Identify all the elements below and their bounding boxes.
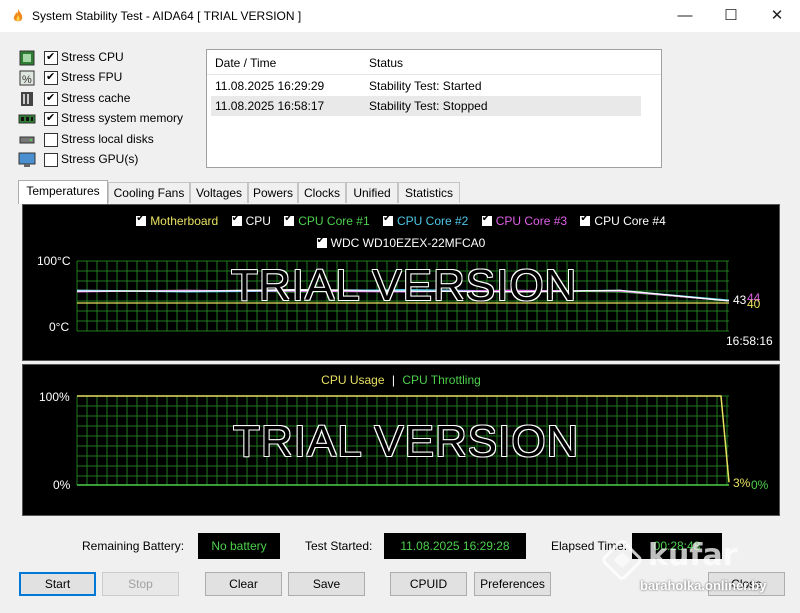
temp-y-bottom-label: 0°C	[49, 320, 70, 334]
legend-cpu-core-1[interactable]: CPU Core #1	[284, 213, 370, 228]
status-log-list[interactable]: Date / Time Status 11.08.2025 16:29:29 S…	[206, 49, 662, 168]
memory-module-icon	[18, 114, 36, 124]
temperature-chart: Motherboard CPU CPU Core #1 CPU Core #2 …	[22, 204, 780, 361]
log-row[interactable]: 11.08.2025 16:29:29 Stability Test: Star…	[211, 76, 641, 96]
cpu-usage-chart: CPU Usage | CPU Throttling 100% 0% TRIAL…	[22, 364, 780, 516]
cpu-y-top-label: 100%	[39, 390, 70, 404]
log-row-date: 11.08.2025 16:29:29	[215, 79, 325, 93]
log-row-status: Stability Test: Started	[369, 79, 482, 93]
temp-end-value: 43	[733, 293, 747, 307]
save-button[interactable]: Save	[288, 572, 365, 596]
legend-motherboard[interactable]: Motherboard	[136, 213, 218, 228]
site-watermark: kufar baraholka.onliner.by	[602, 538, 792, 604]
cpu-usage-value: 3%	[733, 476, 751, 490]
tab-powers[interactable]: Powers	[248, 182, 298, 203]
log-header: Date / Time Status	[207, 50, 661, 75]
test-started-label: Test Started:	[305, 539, 373, 553]
temp-y-top-label: 100°C	[37, 254, 71, 268]
clear-button[interactable]: Clear	[205, 572, 282, 596]
monitor-gpu-icon	[18, 152, 36, 167]
legend-cpu-core-2[interactable]: CPU Core #2	[382, 213, 468, 228]
stress-cache-label: Stress cache	[61, 91, 131, 105]
tab-voltages[interactable]: Voltages	[190, 182, 248, 203]
tab-cooling-fans[interactable]: Cooling Fans	[108, 182, 190, 203]
legend-cpu-usage[interactable]: CPU Usage	[321, 373, 384, 387]
tab-clocks[interactable]: Clocks	[298, 182, 346, 203]
fpu-percent-icon: %	[19, 70, 35, 86]
stress-gpu-label: Stress GPU(s)	[61, 152, 139, 166]
disk-drive-icon	[19, 136, 35, 144]
stress-fpu-checkbox[interactable]	[44, 70, 58, 85]
legend-cpu[interactable]: CPU	[231, 213, 271, 228]
temperature-legend: Motherboard CPU CPU Core #1 CPU Core #2 …	[23, 213, 779, 228]
minimize-button[interactable]: —	[662, 0, 708, 32]
log-col-status[interactable]: Status	[369, 56, 403, 70]
tab-statistics[interactable]: Statistics	[398, 182, 460, 203]
kufar-logo-icon	[602, 540, 642, 580]
stress-cache-checkbox[interactable]	[44, 91, 58, 106]
maximize-button[interactable]: ☐	[708, 0, 754, 32]
stress-disks-label: Stress local disks	[61, 132, 154, 146]
log-row-status: Stability Test: Stopped	[369, 99, 488, 113]
temp-end-value-3: 40	[747, 297, 761, 311]
log-col-date[interactable]: Date / Time	[215, 56, 276, 70]
cpu-chip-icon	[19, 50, 35, 66]
stress-disks-checkbox[interactable]	[44, 133, 58, 147]
legend-separator: |	[391, 373, 395, 387]
close-window-button[interactable]: ✕	[754, 0, 800, 32]
temp-time-label: 16:58:16	[726, 334, 773, 348]
title-bar: System Stability Test - AIDA64 [ TRIAL V…	[0, 0, 800, 32]
legend-cpu-core-4[interactable]: CPU Core #4	[580, 213, 666, 228]
tab-unified[interactable]: Unified	[346, 182, 398, 203]
preferences-button[interactable]: Preferences	[474, 572, 551, 596]
log-row[interactable]: 11.08.2025 16:58:17 Stability Test: Stop…	[211, 96, 641, 116]
window-title: System Stability Test - AIDA64 [ TRIAL V…	[32, 9, 302, 23]
cpu-legend: CPU Usage | CPU Throttling	[23, 373, 779, 387]
stop-button[interactable]: Stop	[102, 572, 179, 596]
test-started-value: 11.08.2025 16:29:28	[384, 533, 526, 559]
legend-disk[interactable]: WDC WD10EZEX-22MFCA0	[316, 235, 485, 250]
stress-memory-label: Stress system memory	[61, 111, 184, 125]
stress-fpu-label: Stress FPU	[61, 70, 123, 84]
flame-app-icon	[13, 9, 23, 22]
trial-watermark: TRIAL VERSION	[231, 261, 578, 310]
tab-temperatures[interactable]: Temperatures	[18, 180, 108, 204]
legend-cpu-throttling[interactable]: CPU Throttling	[402, 373, 480, 387]
watermark-url: baraholka.onliner.by	[640, 578, 767, 593]
cpuid-button[interactable]: CPUID	[390, 572, 467, 596]
stress-gpu-checkbox[interactable]	[44, 153, 58, 167]
watermark-brand: kufar	[648, 538, 738, 573]
temperature-legend-row-2: WDC WD10EZEX-22MFCA0	[23, 235, 779, 250]
start-button[interactable]: Start	[19, 572, 96, 596]
legend-cpu-core-3[interactable]: CPU Core #3	[481, 213, 567, 228]
cache-memory-icon	[21, 92, 33, 106]
cpu-throttle-value: 0%	[751, 478, 769, 492]
trial-watermark: TRIAL VERSION	[233, 417, 580, 466]
svg-text:%: %	[22, 74, 32, 86]
battery-label: Remaining Battery:	[82, 539, 185, 553]
cpu-y-bottom-label: 0%	[53, 478, 71, 492]
log-row-date: 11.08.2025 16:58:17	[215, 99, 325, 113]
battery-value: No battery	[198, 533, 280, 559]
stress-cpu-checkbox[interactable]	[44, 50, 58, 65]
stress-cpu-label: Stress CPU	[61, 50, 124, 64]
stress-memory-checkbox[interactable]	[44, 111, 58, 126]
